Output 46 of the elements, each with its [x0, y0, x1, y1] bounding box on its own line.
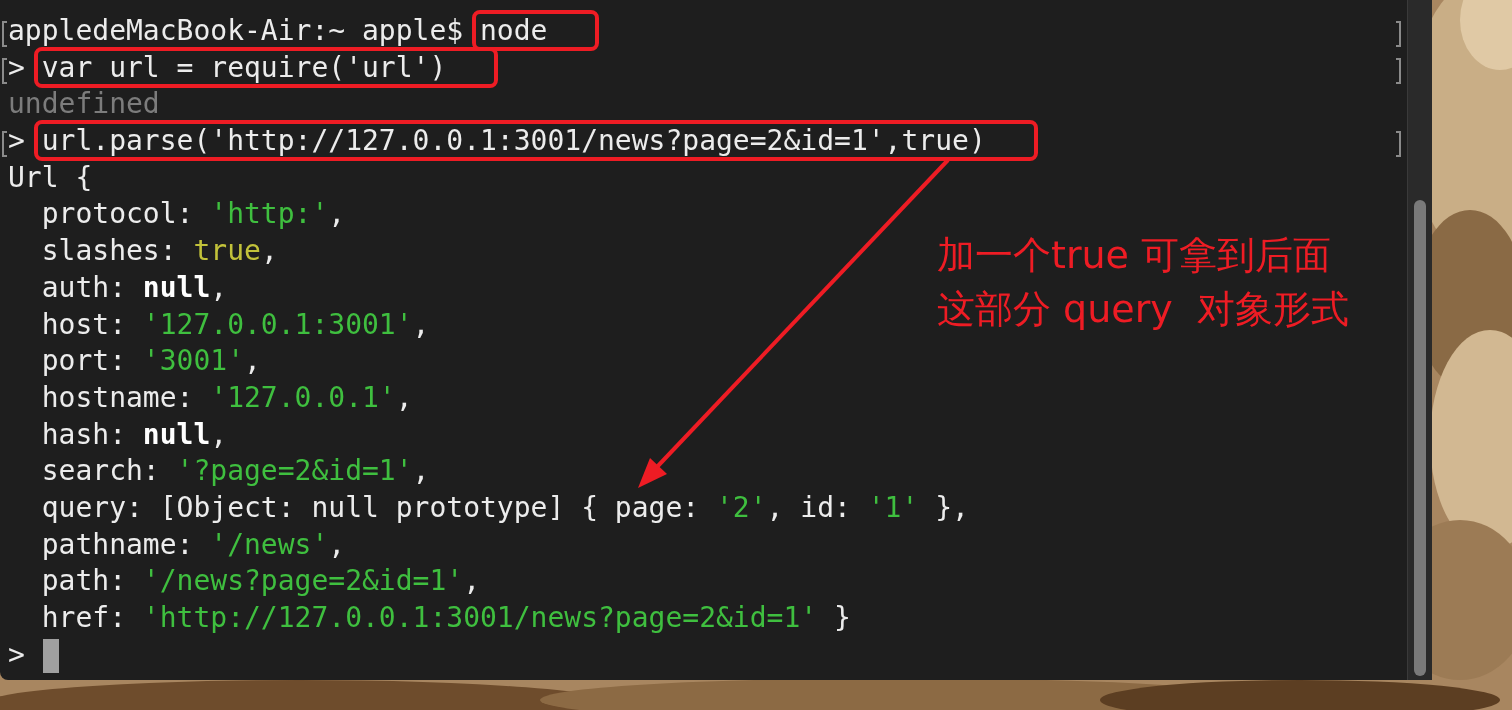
output-text: hostname: — [40, 380, 195, 414]
output-text: Url { — [8, 160, 93, 194]
output-text: protocol: — [40, 197, 195, 231]
string-value: '?page=2&id=1' — [176, 454, 413, 488]
prompt: appledeMacBook-Air:~ apple$ — [8, 14, 465, 47]
output-text: pathname: — [40, 527, 195, 561]
output-text: href: — [40, 601, 127, 634]
null-value: null — [142, 417, 211, 451]
output-text: , — [210, 270, 228, 304]
scrollbar[interactable] — [1407, 0, 1432, 680]
output-text: , — [412, 454, 430, 488]
string-value: '3001' — [142, 344, 244, 378]
output-text: host: — [40, 307, 127, 341]
output-text: , — [328, 527, 346, 561]
output-text: , — [328, 197, 346, 231]
string-value: '127.0.0.1' — [210, 380, 396, 414]
string-value: '/news?page=2&id=1' — [142, 564, 464, 598]
output-text: , — [412, 307, 430, 341]
string-value: 'http:' — [210, 197, 329, 231]
output-text: , — [244, 344, 261, 378]
output-text: auth: — [40, 270, 127, 304]
output-text: port: — [40, 344, 127, 378]
output-text: slashes: — [40, 234, 178, 268]
prompt: > — [8, 50, 26, 84]
output-text: undefined — [8, 87, 160, 121]
null-value: null — [142, 270, 211, 304]
output-text: hash: — [40, 417, 127, 451]
output-text: , id: — [766, 490, 852, 524]
output-text: , — [210, 417, 228, 451]
annotation-text: 加一个true 可拿到后面 这部分 query 对象形式 — [937, 232, 1349, 333]
prompt: > — [8, 637, 25, 671]
string-value: '1' — [867, 490, 919, 524]
string-value: '2' — [716, 490, 767, 524]
boolean-value: true — [193, 234, 261, 268]
output-text: }, — [934, 490, 969, 524]
string-value: 'http://127.0.0.1:3001/news?page=2&id=1' — [142, 601, 818, 634]
output-text: path: — [40, 564, 127, 598]
string-value: '/news' — [210, 527, 329, 561]
prompt: > — [8, 124, 26, 158]
output-text: , — [463, 564, 480, 598]
string-value: '127.0.0.1:3001' — [142, 307, 413, 341]
output-text: , — [395, 380, 413, 414]
output-text: , — [260, 234, 278, 268]
output-text: } — [833, 601, 851, 634]
output-text: query: [Object: null prototype] { page: — [40, 490, 701, 524]
output-text: search: — [40, 454, 161, 488]
